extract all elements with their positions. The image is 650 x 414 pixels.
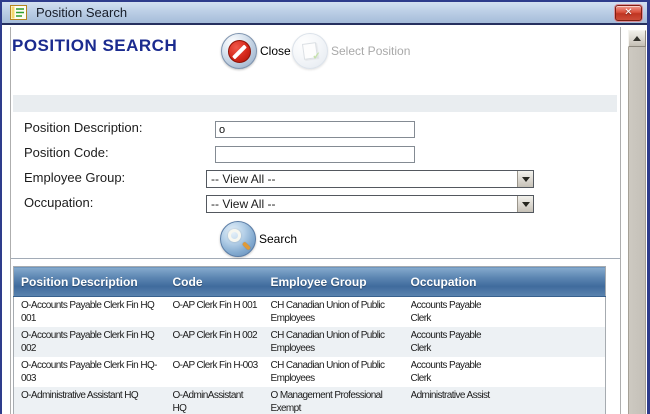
- position-code-input[interactable]: [215, 146, 415, 163]
- chevron-down-icon[interactable]: [517, 171, 533, 187]
- chevron-down-icon[interactable]: [517, 196, 533, 212]
- page-check-icon: ✔: [292, 33, 328, 69]
- titlebar[interactable]: Position Search ✕: [2, 2, 647, 25]
- table-row[interactable]: O-Accounts Payable Clerk Fin HQ- 003 O-AP…: [13, 356, 606, 387]
- position-description-input[interactable]: [215, 121, 415, 138]
- window-border-left: [0, 0, 2, 414]
- cell-employee-group: O Management Professional Exempt: [270, 389, 383, 414]
- select-position-button-label: Select Position: [331, 44, 411, 58]
- cell-employee-group: CH Canadian Union of Public Employees: [270, 300, 385, 324]
- x-icon: ✕: [624, 7, 633, 18]
- vertical-scrollbar[interactable]: [628, 30, 646, 414]
- window-border-top: [0, 0, 650, 2]
- occupation-label: Occupation:: [24, 195, 94, 210]
- cell-position-description: O-Administrative Assistant HQ: [21, 389, 139, 401]
- cell-occupation: Accounts Payable Clerk: [410, 359, 482, 384]
- select-position-button[interactable]: ✔ Select Position: [292, 33, 410, 69]
- results-table: Position Description Code Employee Group…: [13, 266, 606, 414]
- window-close-button[interactable]: ✕: [615, 5, 642, 21]
- cell-position-description: O-Accounts Payable Clerk Fin HQ 002: [21, 329, 155, 354]
- page-title: POSITION SEARCH: [12, 36, 178, 55]
- search-button-label: Search: [259, 232, 298, 246]
- cell-code: O-AP Clerk Fin H 001: [172, 300, 258, 311]
- cell-position-description: O-Accounts Payable Clerk Fin HQ- 003: [21, 359, 157, 384]
- cell-code: O-AdminAssistant HQ: [172, 389, 244, 414]
- col-header-employee-group[interactable]: Employee Group: [263, 266, 404, 297]
- close-button[interactable]: Close: [221, 33, 291, 69]
- cell-occupation: Accounts Payable Clerk: [410, 329, 482, 354]
- cell-position-description: O-Accounts Payable Clerk Fin HQ 001: [21, 300, 155, 324]
- search-button[interactable]: Search: [220, 221, 297, 257]
- form-icon: [10, 5, 27, 20]
- employee-group-select[interactable]: -- View All --: [206, 170, 534, 188]
- table-row[interactable]: O-Accounts Payable Clerk Fin HQ 002 O-AP …: [13, 326, 606, 357]
- employee-group-label: Employee Group:: [24, 170, 126, 185]
- position-description-label: Position Description:: [24, 120, 143, 135]
- no-entry-icon: [221, 33, 257, 69]
- cell-occupation: Accounts Payable Clerk: [410, 300, 482, 324]
- check-icon: ✔: [311, 50, 322, 63]
- cell-code: O-AP Clerk Fin H-003: [172, 359, 259, 371]
- cell-occupation: Administrative Assist: [410, 389, 491, 401]
- col-header-position-description[interactable]: Position Description: [13, 266, 166, 297]
- occupation-select[interactable]: -- View All --: [206, 195, 534, 213]
- table-row[interactable]: O-Administrative Assistant HQ O-AdminAss…: [13, 386, 606, 414]
- cell-employee-group: CH Canadian Union of Public Employees: [270, 329, 385, 354]
- window-title: Position Search: [36, 5, 128, 20]
- triangle-up-icon: [633, 36, 641, 41]
- position-search-window: Position Search ✕ POSITION SEARCH Close …: [0, 0, 650, 414]
- section-divider: [11, 258, 620, 259]
- employee-group-value: -- View All --: [211, 172, 276, 186]
- scroll-up-button[interactable]: [628, 30, 646, 47]
- table-row[interactable]: O-Accounts Payable Clerk Fin HQ 001 O-AP …: [13, 296, 606, 327]
- scrollbar-track[interactable]: [628, 47, 646, 414]
- table-header-row: Position Description Code Employee Group…: [13, 266, 606, 297]
- col-header-occupation[interactable]: Occupation: [403, 266, 606, 297]
- close-button-label: Close: [260, 44, 291, 58]
- magnifier-icon: [220, 221, 256, 257]
- cell-employee-group: CH Canadian Union of Public Employees: [270, 359, 385, 384]
- divider-band: [13, 95, 617, 112]
- col-header-code[interactable]: Code: [165, 266, 264, 297]
- occupation-value: -- View All --: [211, 197, 276, 211]
- position-code-label: Position Code:: [24, 145, 109, 160]
- cell-code: O-AP Clerk Fin H 002: [172, 329, 258, 341]
